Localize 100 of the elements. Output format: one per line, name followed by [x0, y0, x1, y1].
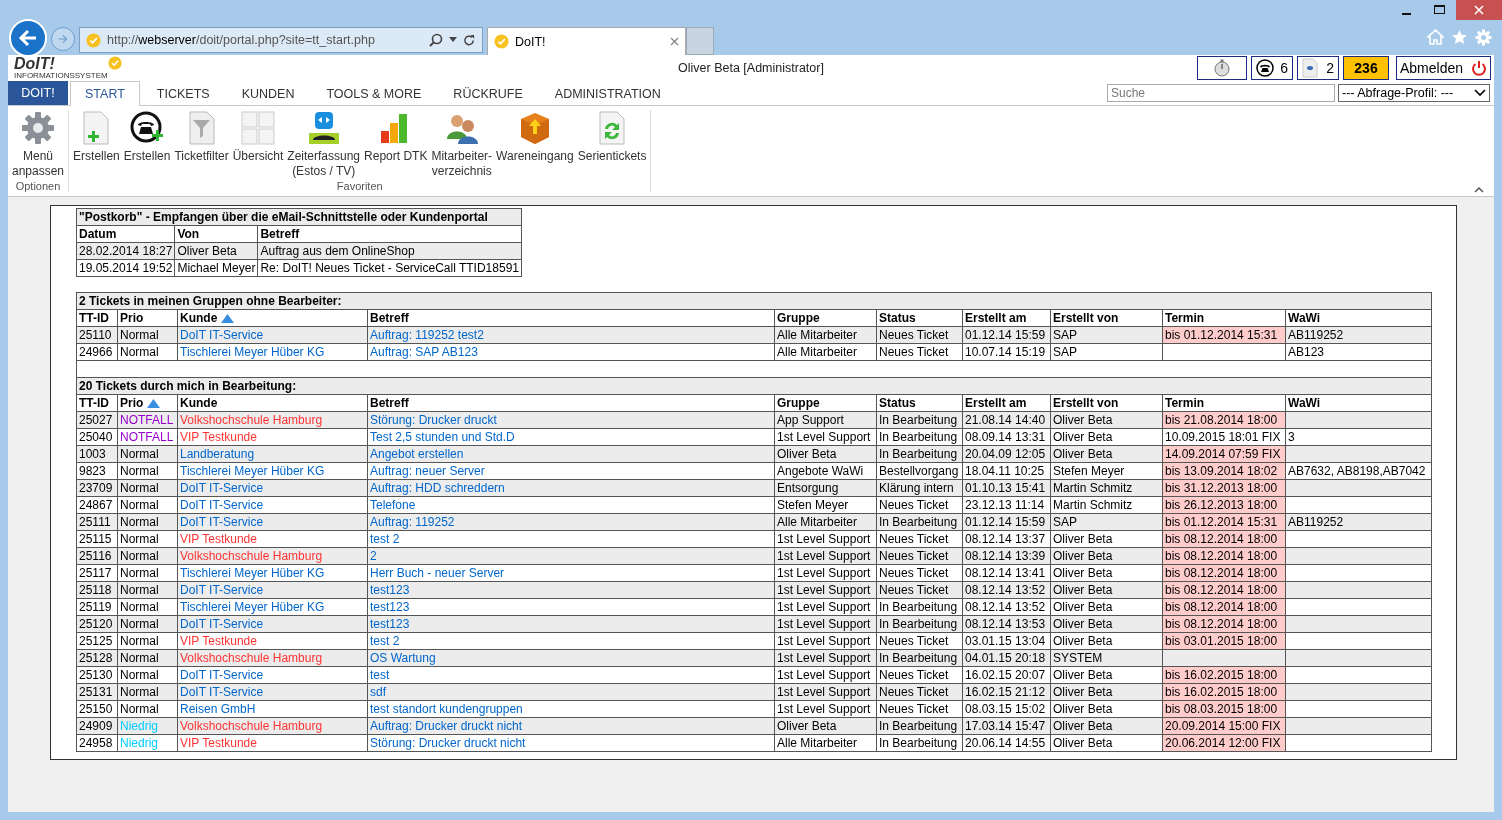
subject-link[interactable]: test123: [367, 581, 775, 599]
customer-link[interactable]: Landberatung: [177, 445, 368, 463]
customer-link[interactable]: DoIT IT-Service: [177, 683, 368, 701]
ribbon-button[interactable]: Erstellen: [71, 110, 122, 180]
table-cell: 01.10.13 15:41: [962, 479, 1051, 497]
subject-link[interactable]: Test 2,5 stunden und Std.D: [367, 428, 775, 446]
document-counter[interactable]: 2: [1297, 56, 1339, 80]
ribbon-button[interactable]: Zeiterfassung (Estos / TV): [285, 110, 363, 180]
menu-tab[interactable]: KUNDEN: [226, 81, 310, 105]
ribbon-button[interactable]: Ticketfilter: [172, 110, 231, 180]
subject-link[interactable]: Auftrag: 119252: [367, 513, 775, 531]
column-header[interactable]: Prio: [117, 309, 178, 327]
customer-link[interactable]: VIP Testkunde: [177, 632, 368, 650]
column-header[interactable]: Termin: [1162, 309, 1286, 327]
menu-tab[interactable]: RÜCKRUFE: [438, 81, 538, 105]
column-header[interactable]: WaWi: [1285, 309, 1432, 327]
subject-link[interactable]: test 2: [367, 530, 775, 548]
subject-link[interactable]: Störung: Drucker druckt: [367, 411, 775, 429]
ribbon-button[interactable]: Mitarbeiter- verzeichnis: [429, 110, 495, 180]
ribbon-button[interactable]: Wareneingang: [494, 110, 576, 180]
search-icon[interactable]: [429, 33, 443, 47]
subject-link[interactable]: Herr Buch - neuer Server: [367, 564, 775, 582]
column-header[interactable]: WaWi: [1285, 394, 1432, 412]
customer-link[interactable]: Reisen GmbH: [177, 700, 368, 718]
back-button[interactable]: [9, 19, 47, 57]
priority-cell: Normal: [117, 683, 178, 701]
customer-link[interactable]: DoIT IT-Service: [177, 615, 368, 633]
subject-link[interactable]: Auftrag: SAP AB123: [367, 343, 775, 361]
ribbon-button[interactable]: Report DTK: [362, 110, 430, 180]
subject-link[interactable]: Auftrag: HDD schreddern: [367, 479, 775, 497]
table-cell: Auftrag aus dem OnlineShop: [257, 242, 522, 260]
profile-dropdown[interactable]: --- Abfrage-Profil: ---: [1338, 84, 1490, 102]
subject-link[interactable]: Störung: Drucker druckt nicht: [367, 734, 775, 752]
subject-link[interactable]: 2: [367, 547, 775, 565]
ribbon-button[interactable]: Erstellen: [121, 110, 173, 180]
customer-link[interactable]: Tischlerei Meyer Hüber KG: [177, 598, 368, 616]
subject-link[interactable]: test123: [367, 598, 775, 616]
address-bar[interactable]: http://webserver/doit/portal.php?site=tt_start.php: [79, 27, 483, 53]
subject-link[interactable]: Angebot erstellen: [367, 445, 775, 463]
subject-link[interactable]: Telefone: [367, 496, 775, 514]
subject-link[interactable]: test standort kundengruppen: [367, 700, 775, 718]
customer-link[interactable]: DoIT IT-Service: [177, 513, 368, 531]
ribbon-button[interactable]: Menü anpassen: [10, 110, 67, 180]
column-header[interactable]: Erstellt am: [962, 309, 1051, 327]
column-header[interactable]: Betreff: [367, 394, 775, 412]
column-header[interactable]: TT-ID: [76, 394, 118, 412]
subject-link[interactable]: Auftrag: neuer Server: [367, 462, 775, 480]
subject-link[interactable]: sdf: [367, 683, 775, 701]
subject-link[interactable]: Auftrag: 119252 test2: [367, 326, 775, 344]
column-header[interactable]: Betreff: [367, 309, 775, 327]
chevron-up-icon[interactable]: [1474, 186, 1484, 193]
column-header[interactable]: Gruppe: [774, 309, 877, 327]
table-cell: Neues Ticket: [876, 683, 963, 701]
column-header[interactable]: TT-ID: [76, 309, 118, 327]
ribbon-button[interactable]: Serientickets: [575, 110, 649, 180]
column-header[interactable]: Gruppe: [774, 394, 877, 412]
column-header[interactable]: Kunde: [177, 309, 368, 327]
column-header[interactable]: Termin: [1162, 394, 1286, 412]
customer-link[interactable]: DoIT IT-Service: [177, 666, 368, 684]
column-header[interactable]: Status: [876, 394, 963, 412]
customer-link[interactable]: Tischlerei Meyer Hüber KG: [177, 564, 368, 582]
browser-tab[interactable]: DoIT!: [487, 27, 686, 55]
menu-tab[interactable]: TOOLS & MORE: [311, 81, 437, 105]
customer-link[interactable]: Tischlerei Meyer Hüber KG: [177, 462, 368, 480]
column-header: Datum: [76, 225, 175, 243]
customer-link[interactable]: VIP Testkunde: [177, 530, 368, 548]
subject-link[interactable]: test 2: [367, 632, 775, 650]
caret-icon[interactable]: [449, 37, 457, 43]
phone-counter[interactable]: 6: [1251, 56, 1293, 80]
close-icon[interactable]: [670, 37, 679, 46]
logout-button[interactable]: Abmelden: [1396, 56, 1491, 80]
ribbon-button[interactable]: Übersicht: [230, 110, 286, 180]
app-menu-button[interactable]: DOIT!: [8, 81, 68, 105]
search-field[interactable]: Suche: [1107, 84, 1335, 102]
column-header[interactable]: Status: [876, 309, 963, 327]
star-icon[interactable]: [1451, 29, 1468, 45]
stopwatch-button[interactable]: [1197, 56, 1247, 80]
customer-link[interactable]: VIP Testkunde: [177, 428, 368, 446]
customer-link[interactable]: DoIT IT-Service: [177, 326, 368, 344]
customer-link[interactable]: Tischlerei Meyer Hüber KG: [177, 343, 368, 361]
customer-link[interactable]: VIP Testkunde: [177, 734, 368, 752]
column-header[interactable]: Kunde: [177, 394, 368, 412]
customer-link[interactable]: DoIT IT-Service: [177, 496, 368, 514]
menu-tab[interactable]: START: [70, 81, 140, 106]
subject-link[interactable]: test123: [367, 615, 775, 633]
column-header[interactable]: Prio: [117, 394, 178, 412]
menu-tab[interactable]: TICKETS: [141, 81, 225, 105]
subject-link[interactable]: test: [367, 666, 775, 684]
table-cell: 19.05.2014 19:52: [76, 259, 175, 277]
column-header[interactable]: Erstellt von: [1050, 394, 1163, 412]
column-header[interactable]: Erstellt am: [962, 394, 1051, 412]
subject-link[interactable]: Auftrag: Drucker druckt nicht: [367, 717, 775, 735]
table-cell: Oliver Beta: [1050, 734, 1163, 752]
customer-link[interactable]: DoIT IT-Service: [177, 581, 368, 599]
menu-tab[interactable]: ADMINISTRATION: [539, 81, 676, 105]
column-header[interactable]: Erstellt von: [1050, 309, 1163, 327]
subject-link[interactable]: OS Wartung: [367, 649, 775, 667]
customer-link[interactable]: DoIT IT-Service: [177, 479, 368, 497]
refresh-icon[interactable]: [463, 33, 476, 47]
count-badge[interactable]: 236: [1343, 56, 1389, 80]
